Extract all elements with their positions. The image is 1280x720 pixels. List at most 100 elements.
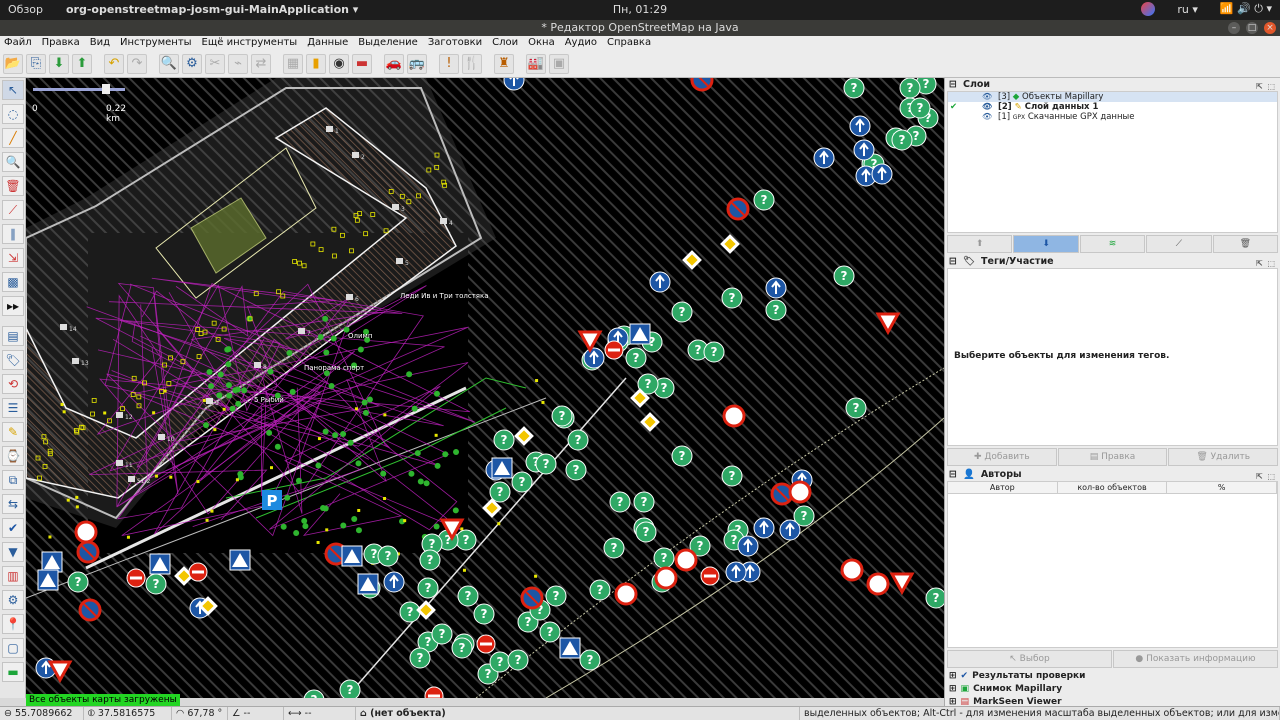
railway-icon[interactable]: ▬ (352, 53, 372, 74)
tags-table[interactable]: Выберите объекты для изменения тегов. (947, 268, 1278, 446)
restaurant-icon[interactable]: 🍴 (462, 53, 482, 74)
clock[interactable]: Пн, 01:29 (0, 3, 1280, 16)
layers-header[interactable]: ⊟ Слои ⇱ ⬚ (945, 78, 1280, 91)
map-canvas[interactable]: ????????????????????????????????????????… (26, 78, 944, 698)
validation-results-header[interactable]: ⊞ ✔ Результаты проверки (945, 670, 1280, 683)
expand-icon[interactable]: ⊞ (949, 670, 957, 683)
dialog-toggle-settings-icon[interactable]: ⚙ (2, 590, 24, 610)
prohibitory-sign-icon[interactable] (74, 520, 98, 544)
improve-way-icon[interactable]: ⟋ (2, 200, 24, 220)
keyboard-layout[interactable]: ru ▾ (1177, 3, 1198, 16)
dialog-toggle-selection-icon[interactable]: ☰ (2, 398, 24, 418)
tags-header[interactable]: ⊟ 🏷 Теги/Участие ⇱ ⬚ (945, 255, 1280, 268)
expand-icon[interactable]: ⊟ (949, 78, 957, 91)
dialog-toggle-tags-icon[interactable]: 🏷 (2, 350, 24, 370)
authors-header[interactable]: ⊟ 👤 Авторы ⇱ ⬚ (945, 468, 1280, 481)
menu-item[interactable]: Ещё инструменты (202, 36, 298, 50)
select-tool-icon[interactable]: ↖ (2, 80, 24, 100)
col-author[interactable]: Автор (948, 482, 1058, 493)
split-way-icon[interactable]: ✂ (205, 53, 225, 74)
traffic-light-icon[interactable]: ◉ (329, 53, 349, 74)
open-file-icon[interactable]: 📂 (3, 53, 23, 74)
prohibitory-sign-icon[interactable] (654, 566, 678, 590)
eye-icon[interactable]: 👁 (982, 112, 992, 122)
dialog-toggle-history-icon[interactable]: ⌚ (2, 446, 24, 466)
preferences-icon[interactable]: ⚙ (182, 53, 202, 74)
undo-icon[interactable]: ↶ (104, 53, 124, 74)
delete-tool-icon[interactable]: 🗑 (2, 176, 24, 196)
layer-row[interactable]: 👁 [3] ◆ Объекты Mapillary (948, 92, 1277, 102)
reverse-way-icon[interactable]: ⇄ (251, 53, 271, 74)
menu-item[interactable]: Вид (90, 36, 110, 50)
dialog-toggle-cleanup-icon[interactable]: ▥ (2, 566, 24, 586)
select-button[interactable]: ↖ Выбор (947, 650, 1112, 668)
edit-tag-button[interactable]: ▤ Правка (1057, 448, 1168, 466)
add-tag-button[interactable]: ✚ Добавить (947, 448, 1057, 466)
dialog-toggle-layers-icon[interactable]: ▤ (2, 326, 24, 346)
scale-bar[interactable]: 0 0.22 km (30, 82, 130, 124)
move-down-button[interactable]: ⬇ (1013, 235, 1079, 253)
map-view[interactable]: ????????????????????????????????????????… (26, 78, 944, 698)
download-icon[interactable]: ⬇ (49, 53, 69, 74)
extrude-tool-icon[interactable]: ⇲ (2, 248, 24, 268)
expand-icon[interactable]: ⊞ (949, 683, 957, 696)
authors-table[interactable]: Автор кол-во объектов % (947, 481, 1278, 648)
prohibitory-sign-icon[interactable] (722, 404, 746, 428)
panel-controls[interactable]: ⇱ ⬚ (1256, 470, 1276, 483)
dialog-toggle-filter-icon[interactable]: ⧉ (2, 470, 24, 490)
show-info-button[interactable]: ● Показать информацию (1113, 650, 1278, 668)
menu-item[interactable]: Аудио (565, 36, 597, 50)
duplicate-layer-button[interactable]: ⟋ (1146, 235, 1212, 253)
expand-icon[interactable]: ⊟ (949, 255, 957, 268)
car-icon[interactable]: 🚗 (384, 53, 404, 74)
maximize-button[interactable]: □ (1246, 22, 1258, 34)
expand-icon[interactable]: ⊟ (949, 468, 957, 481)
bus-icon[interactable]: 🚌 (407, 53, 427, 74)
menu-item[interactable]: Выделение (358, 36, 418, 50)
dialog-toggle-green-icon[interactable]: ▬ (2, 662, 24, 682)
merge-layer-button[interactable]: ≋ (1079, 235, 1146, 253)
layer-row[interactable]: 👁 [1] GPX Скачанные GPX данные (948, 112, 1277, 122)
tool-b-icon[interactable]: ▣ (549, 53, 569, 74)
redo-icon[interactable]: ↷ (127, 53, 147, 74)
menu-item[interactable]: Инструменты (120, 36, 192, 50)
castle-icon[interactable]: ♜ (494, 53, 514, 74)
zoom-slider-track[interactable] (33, 88, 125, 91)
prohibitory-sign-icon[interactable] (788, 480, 812, 504)
building-tool-icon[interactable]: ▩ (2, 272, 24, 292)
more-tools-icon[interactable]: ▸▸ (2, 296, 24, 316)
dialog-toggle-marker-icon[interactable]: 📍 (2, 614, 24, 634)
lasso-tool-icon[interactable]: ◌ (2, 104, 24, 124)
menu-item[interactable]: Окна (528, 36, 555, 50)
dialog-toggle-filter2-icon[interactable]: ▼ (2, 542, 24, 562)
prohibitory-sign-icon[interactable] (614, 582, 638, 606)
upload-icon[interactable]: ⬆ (72, 53, 92, 74)
menu-item[interactable]: Данные (307, 36, 348, 50)
delete-layer-button[interactable]: 🗑 (1212, 235, 1279, 253)
parallel-tool-icon[interactable]: ∥ (2, 224, 24, 244)
mapillary-image-header[interactable]: ⊞ ▣ Снимок Mapillary (945, 683, 1280, 696)
col-percent[interactable]: % (1167, 482, 1278, 493)
open-location-icon[interactable]: ⎘ (26, 53, 46, 74)
dialog-toggle-notes-icon[interactable]: ✎ (2, 422, 24, 442)
dialog-toggle-relations-icon[interactable]: ⟲ (2, 374, 24, 394)
layer-row[interactable]: ✔ 👁 [2] ✎ Слой данных 1 (948, 102, 1277, 112)
eye-icon[interactable]: 👁 (982, 102, 992, 112)
move-up-button[interactable]: ⬆ (947, 235, 1013, 253)
menu-item[interactable]: Справка (607, 36, 651, 50)
industrial-icon[interactable]: 🏭 (526, 53, 546, 74)
dialog-toggle-conflicts-icon[interactable]: ⇆ (2, 494, 24, 514)
dialog-toggle-validator-icon[interactable]: ✔ (2, 518, 24, 538)
prohibitory-sign-icon[interactable] (840, 558, 864, 582)
layer-list[interactable]: 👁 [3] ◆ Объекты Mapillary ✔ 👁 [2] ✎ Слой… (947, 91, 1278, 233)
minimize-button[interactable]: – (1228, 22, 1240, 34)
col-count[interactable]: кол-во объектов (1058, 482, 1168, 493)
hazard-icon[interactable]: ! (439, 53, 459, 74)
eye-icon[interactable]: 👁 (982, 92, 992, 102)
close-button[interactable]: × (1264, 22, 1276, 34)
menu-item[interactable]: Правка (42, 36, 80, 50)
prohibitory-sign-icon[interactable] (674, 548, 698, 572)
zoom-slider-knob[interactable] (102, 84, 110, 94)
menu-item[interactable]: Файл (4, 36, 32, 50)
tool-a-icon[interactable]: ▦ (283, 53, 303, 74)
